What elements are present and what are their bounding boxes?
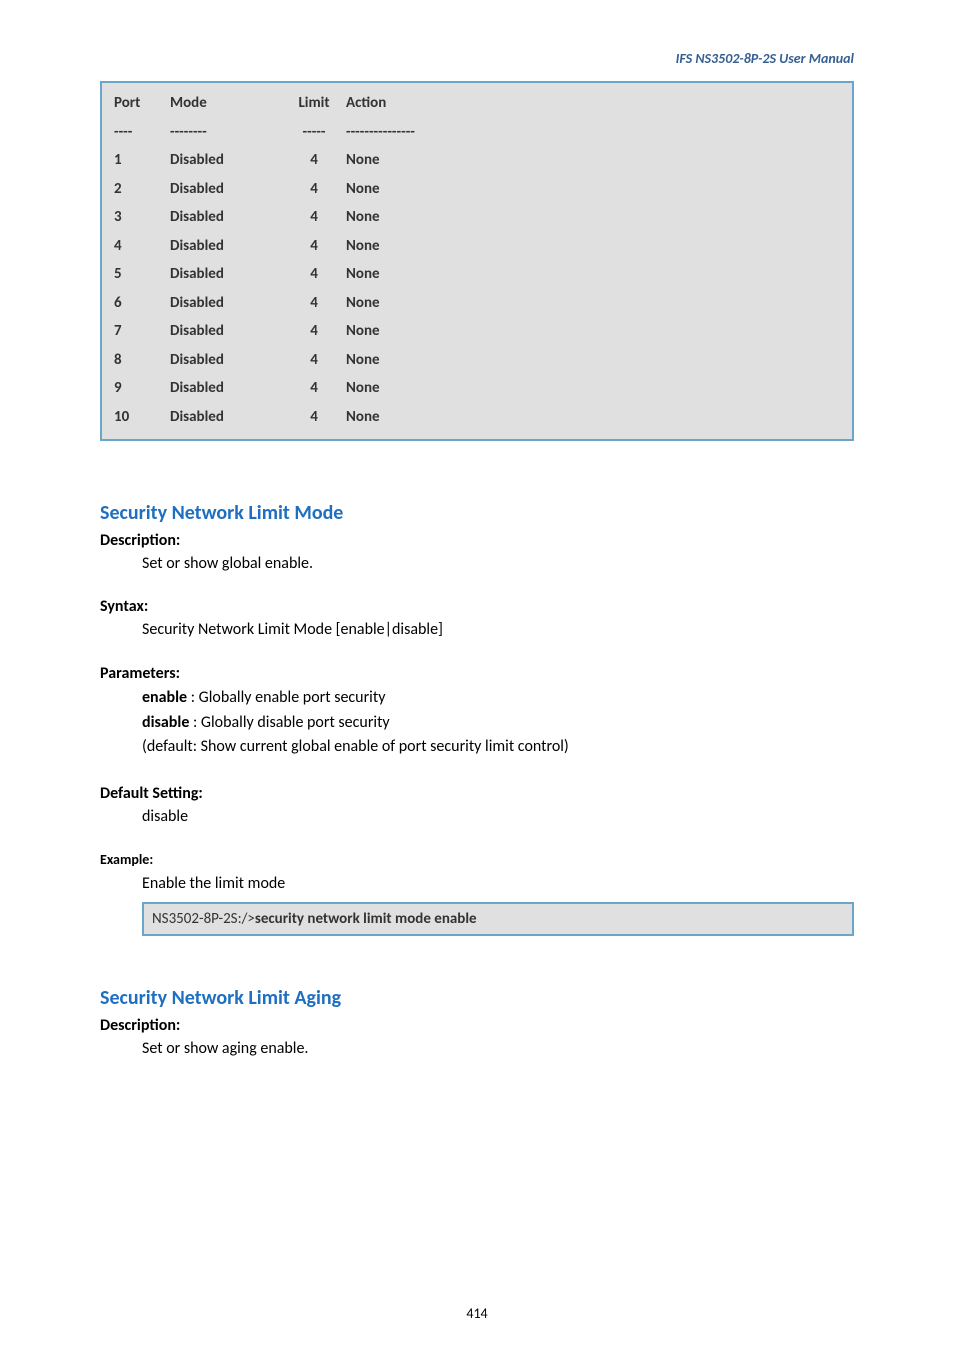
default-setting-text: disable bbox=[142, 806, 854, 828]
cli-example-box: NS3502-8P-2S:/>security network limit mo… bbox=[142, 902, 854, 936]
table-row: 8Disabled4None bbox=[110, 346, 482, 375]
table-row: 9Disabled4None bbox=[110, 374, 482, 403]
description-text: Set or show global enable. bbox=[142, 553, 854, 575]
syntax-text: Security Network Limit Mode [enable|disa… bbox=[142, 619, 854, 641]
table-row: 2Disabled4None bbox=[110, 175, 482, 204]
col-port-header: Port bbox=[110, 89, 166, 118]
table-row: 10Disabled4None bbox=[110, 403, 482, 432]
table-row: 6Disabled4None bbox=[110, 289, 482, 318]
description-label-2: Description: bbox=[100, 1016, 854, 1035]
example-label: Example: bbox=[100, 851, 854, 868]
param-default: (default: Show current global enable of … bbox=[142, 735, 854, 760]
cli-command: security network limit mode enable bbox=[255, 910, 477, 928]
col-limit-header: Limit bbox=[286, 89, 342, 118]
table-row: 4Disabled4None bbox=[110, 232, 482, 261]
col-action-header: Action bbox=[342, 89, 482, 118]
section-title-limit-aging: Security Network Limit Aging bbox=[100, 986, 854, 1010]
table-row: 5Disabled4None bbox=[110, 260, 482, 289]
description-label: Description: bbox=[100, 531, 854, 550]
cli-prompt: NS3502-8P-2S:/> bbox=[152, 910, 255, 928]
table-header-row: Port Mode Limit Action bbox=[110, 89, 482, 118]
col-mode-header: Mode bbox=[166, 89, 286, 118]
param-disable: disable : Globally disable port security bbox=[142, 711, 854, 736]
example-text: Enable the limit mode bbox=[142, 872, 854, 897]
default-setting-label: Default Setting: bbox=[100, 784, 854, 803]
section-title-limit-mode: Security Network Limit Mode bbox=[100, 501, 854, 525]
table-row: 1Disabled4None bbox=[110, 146, 482, 175]
port-mode-table: Port Mode Limit Action ---- -------- ---… bbox=[100, 81, 854, 441]
table-divider-row: ---- -------- ----- --------------- bbox=[110, 118, 482, 147]
page-number: 414 bbox=[0, 1305, 954, 1322]
parameters-label: Parameters: bbox=[100, 664, 854, 683]
doc-header: IFS NS3502-8P-2S User Manual bbox=[100, 50, 854, 67]
table-row: 3Disabled4None bbox=[110, 203, 482, 232]
syntax-label: Syntax: bbox=[100, 597, 854, 616]
table-row: 7Disabled4None bbox=[110, 317, 482, 346]
param-enable: enable : Globally enable port security bbox=[142, 686, 854, 711]
description-text-2: Set or show aging enable. bbox=[142, 1038, 854, 1060]
